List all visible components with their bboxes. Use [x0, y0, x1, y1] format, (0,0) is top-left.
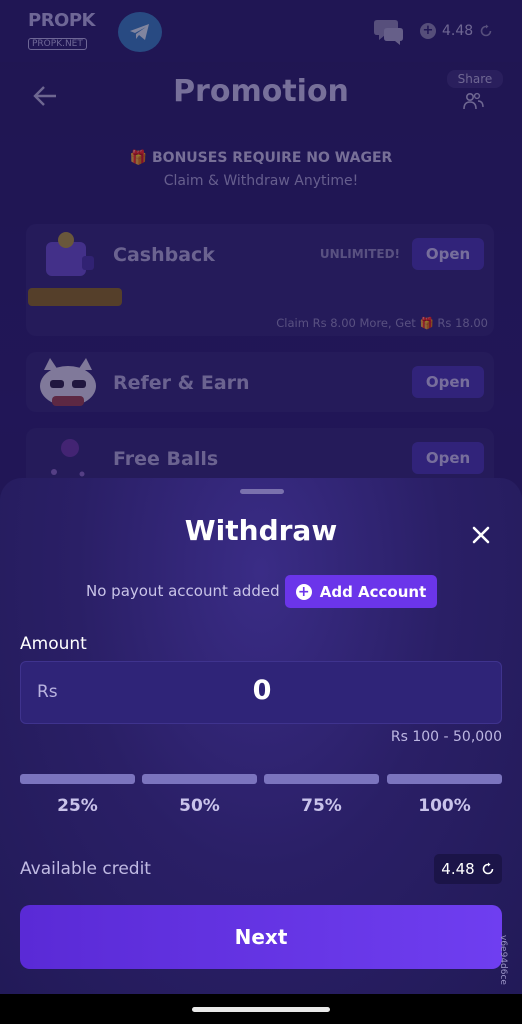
amount-input[interactable]: Rs 0 [20, 661, 502, 724]
add-account-button[interactable]: + Add Account [285, 575, 437, 608]
available-credit-value: 4.48 [441, 860, 475, 878]
home-indicator[interactable] [192, 1007, 330, 1012]
refresh-credit-icon[interactable] [481, 862, 495, 876]
system-nav-bar [0, 994, 522, 1024]
available-credit-label: Available credit [20, 859, 151, 879]
percent-option-25[interactable]: 25% [20, 796, 135, 816]
close-icon[interactable] [468, 522, 494, 548]
amount-label: Amount [20, 634, 87, 654]
add-account-label: Add Account [319, 582, 427, 601]
available-credit-chip[interactable]: 4.48 [434, 854, 502, 884]
amount-value[interactable]: 0 [21, 675, 503, 706]
plus-circle-icon: + [295, 583, 312, 600]
percent-bar-50[interactable] [142, 774, 257, 784]
percent-bar-75[interactable] [264, 774, 379, 784]
percent-bar-25[interactable] [20, 774, 135, 784]
next-button[interactable]: Next [20, 905, 502, 969]
percent-option-100[interactable]: 100% [387, 796, 502, 816]
version-label: v6e94d6ce [498, 935, 508, 985]
percent-option-75[interactable]: 75% [264, 796, 379, 816]
percent-option-50[interactable]: 50% [142, 796, 257, 816]
no-payout-text: No payout account added [86, 582, 280, 600]
amount-range: Rs 100 - 50,000 [390, 729, 502, 745]
sheet-drag-handle[interactable] [240, 489, 284, 494]
withdraw-title: Withdraw [184, 514, 338, 547]
percent-bar-100[interactable] [387, 774, 502, 784]
withdraw-sheet: Withdraw No payout account added + Add A… [0, 478, 522, 994]
